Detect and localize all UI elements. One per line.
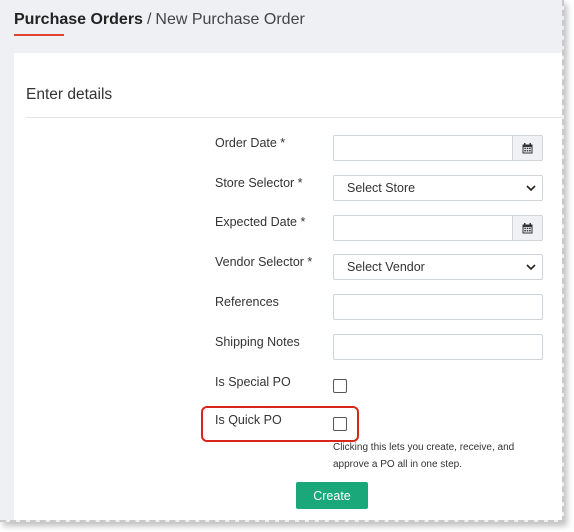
section-title: Enter details — [26, 86, 113, 103]
breadcrumb: Purchase Orders / New Purchase Order — [14, 11, 305, 29]
expected-date-label: Expected Date * — [215, 215, 306, 229]
expected-date-field — [333, 215, 543, 241]
references-label: References — [215, 295, 279, 309]
quick-po-help-text: Clicking this lets you create, receive, … — [333, 442, 515, 470]
section-divider — [26, 117, 562, 118]
chevron-down-icon — [526, 263, 536, 270]
vendor-selector-label: Vendor Selector * — [215, 255, 313, 269]
order-date-picker-button[interactable] — [512, 136, 542, 160]
details-card: Enter details Order Date * Store Selecto… — [14, 53, 562, 520]
is-special-po-checkbox[interactable] — [333, 379, 347, 393]
shipping-notes-label: Shipping Notes — [215, 335, 300, 349]
breadcrumb-underline — [14, 34, 64, 36]
create-button[interactable]: Create — [296, 482, 368, 509]
breadcrumb-separator: / — [146, 11, 152, 28]
breadcrumb-current: New Purchase Order — [155, 11, 305, 28]
store-selector-label: Store Selector * — [215, 176, 303, 190]
store-selector-dropdown[interactable]: Select Store — [333, 175, 543, 201]
is-quick-po-label: Is Quick PO — [215, 413, 282, 427]
vendor-selector-dropdown[interactable]: Select Vendor — [333, 254, 543, 280]
store-selector-value: Select Store — [347, 181, 416, 195]
is-quick-po-checkbox[interactable] — [333, 417, 347, 431]
order-date-input[interactable] — [334, 136, 542, 160]
page-frame: Purchase Orders / New Purchase Order Enter… — [0, 0, 564, 522]
chevron-down-icon — [526, 184, 536, 191]
breadcrumb-purchase-orders[interactable]: Purchase Orders — [14, 11, 143, 28]
vendor-selector-value: Select Vendor — [347, 260, 425, 274]
shipping-notes-field — [333, 334, 543, 360]
order-date-field — [333, 135, 543, 161]
is-special-po-label: Is Special PO — [215, 375, 291, 389]
references-field — [333, 294, 543, 320]
expected-date-input[interactable] — [334, 216, 542, 240]
references-input[interactable] — [334, 295, 542, 319]
order-date-label: Order Date * — [215, 136, 286, 150]
expected-date-picker-button[interactable] — [512, 216, 542, 240]
calendar-icon — [522, 142, 533, 153]
calendar-icon — [522, 222, 533, 233]
shipping-notes-input[interactable] — [334, 335, 542, 359]
